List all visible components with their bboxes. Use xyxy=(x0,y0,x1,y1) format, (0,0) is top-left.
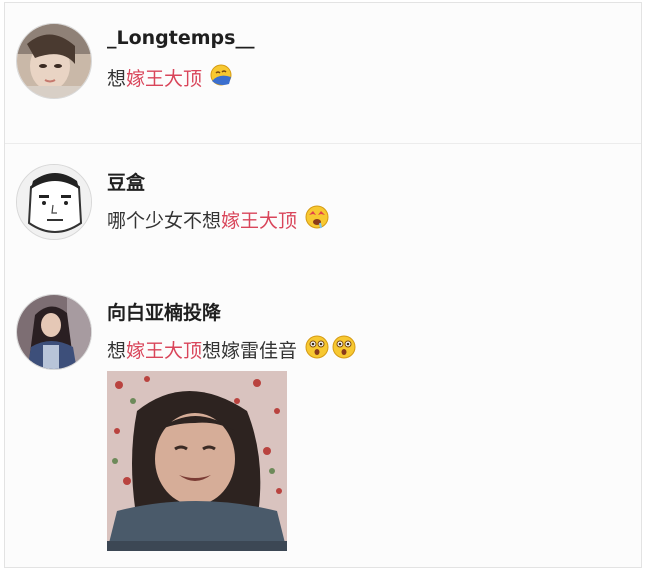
hushed-emoji-icon xyxy=(331,334,357,365)
avatar[interactable] xyxy=(16,294,92,370)
comment-list: _Longtemps__ 想嫁王大顶 豆盒 哪个少女不想嫁王大顶 向白亚楠投降 … xyxy=(4,2,642,568)
comment-author[interactable]: 向白亚楠投降 xyxy=(107,298,221,325)
comment-text-after: 想嫁雷佳音 xyxy=(202,340,298,362)
comment-text-before: 想 xyxy=(107,68,127,90)
comment-text: 哪个少女不想嫁王大顶 xyxy=(107,204,330,235)
comment-text: 想嫁王大顶 xyxy=(107,63,233,92)
comment-text-before: 哪个少女不想 xyxy=(107,210,222,232)
avatar[interactable] xyxy=(16,164,92,240)
sleepy-moon-emoji-icon xyxy=(209,63,233,92)
comment-item: 向白亚楠投降 想嫁王大顶想嫁雷佳音 xyxy=(5,274,641,569)
highlighted-name: 嫁王大顶 xyxy=(126,68,203,90)
comment-author[interactable]: 豆盒 xyxy=(107,168,145,195)
comment-text-before: 想 xyxy=(107,340,127,362)
drooling-emoji-icon xyxy=(304,204,330,235)
highlighted-name: 嫁王大顶 xyxy=(126,340,203,362)
comment-item: _Longtemps__ 想嫁王大顶 xyxy=(5,3,641,143)
avatar[interactable] xyxy=(16,23,92,99)
comment-item: 豆盒 哪个少女不想嫁王大顶 xyxy=(5,144,641,274)
comment-text: 想嫁王大顶想嫁雷佳音 xyxy=(107,334,357,365)
attached-photo[interactable] xyxy=(107,371,287,551)
comment-author[interactable]: _Longtemps__ xyxy=(107,27,254,49)
hushed-emoji-icon xyxy=(304,334,330,365)
highlighted-name: 嫁王大顶 xyxy=(221,210,298,232)
